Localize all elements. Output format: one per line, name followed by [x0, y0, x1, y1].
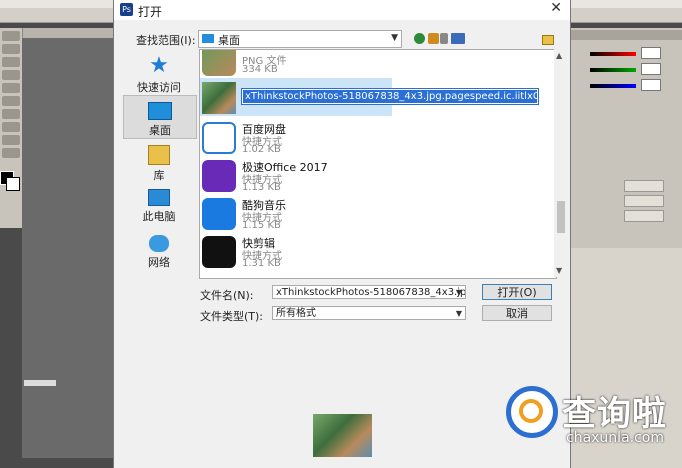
background-color-swatch[interactable] [6, 177, 20, 191]
close-button[interactable]: ✕ [550, 0, 562, 16]
place-library[interactable]: 库 [123, 145, 195, 183]
chevron-down-icon[interactable]: ▼ [456, 286, 462, 298]
look-in-dropdown[interactable]: 桌面 ▼ [198, 30, 402, 48]
file-list[interactable]: PNG 文件 334 KB xThinkstockPhotos-51806783… [199, 49, 557, 279]
place-this-pc[interactable]: 此电脑 [123, 189, 195, 224]
place-network[interactable]: 网络 [123, 235, 195, 270]
library-icon [148, 145, 170, 165]
kugou-icon [202, 198, 236, 230]
photoshop-panel-tabs [22, 28, 114, 38]
rename-textbox[interactable]: xThinkstockPhotos-518067838_4x3.jpg.page… [241, 88, 539, 105]
panel-title-bar [567, 30, 682, 40]
blue-value-field[interactable] [641, 79, 661, 91]
watermark-text: 查询啦 [562, 394, 667, 434]
filetype-dropdown[interactable]: 所有格式 ▼ [272, 306, 466, 320]
watermark-url: chaxunla.com [566, 430, 664, 446]
image-file-icon [202, 50, 236, 76]
desktop-folder-icon [202, 34, 214, 43]
tool-slot[interactable] [2, 83, 20, 93]
chevron-down-icon: ▼ [391, 33, 398, 43]
cancel-button[interactable]: 取消 [482, 305, 552, 321]
panel-button[interactable] [624, 210, 664, 222]
places-bar: ★ 快速访问 桌面 库 此电脑 网络 [123, 49, 197, 275]
place-quick-access[interactable]: ★ 快速访问 [123, 55, 195, 95]
photoshop-toolbox [0, 28, 23, 228]
back-icon[interactable] [414, 33, 425, 44]
baidu-netdisk-icon [202, 122, 236, 154]
file-item[interactable]: 极速Office 2017 快捷方式 1.13 KB [200, 158, 540, 194]
tool-slot[interactable] [2, 57, 20, 67]
file-item[interactable]: 酷狗音乐 快捷方式 1.15 KB [200, 196, 540, 232]
dialog-title: 打开 [138, 5, 163, 19]
look-in-value: 桌面 [218, 34, 240, 47]
tool-slot[interactable] [2, 96, 20, 106]
photo-thumbnail-icon [202, 82, 236, 114]
create-folder-icon[interactable] [542, 35, 554, 45]
filetype-value: 所有格式 [276, 308, 316, 319]
tool-slot[interactable] [2, 44, 20, 54]
filename-label: 文件名(N): [200, 289, 254, 302]
blue-channel-slider[interactable] [590, 84, 636, 88]
view-menu-icon[interactable] [451, 33, 465, 44]
place-desktop[interactable]: 桌面 [123, 95, 197, 139]
office-icon [202, 160, 236, 192]
computer-icon [148, 189, 170, 206]
tool-slot[interactable] [2, 148, 20, 158]
image-preview [313, 414, 372, 457]
new-folder-icon[interactable] [440, 33, 448, 44]
panel-button[interactable] [624, 180, 664, 192]
tool-slot[interactable] [2, 109, 20, 119]
photoshop-app-icon: Ps [120, 3, 133, 16]
desktop-icon [148, 102, 172, 120]
file-item[interactable]: 百度网盘 快捷方式 1.02 KB [200, 120, 540, 156]
watermark-q-icon [519, 399, 543, 423]
open-button[interactable]: 打开(O) [482, 284, 552, 300]
scroll-up-icon[interactable]: ▲ [556, 51, 562, 60]
red-channel-slider[interactable] [590, 52, 636, 56]
star-icon: ★ [149, 53, 169, 78]
filetype-label: 文件类型(T): [200, 310, 264, 323]
tool-slot[interactable] [2, 31, 20, 41]
network-icon [149, 235, 169, 252]
look-in-label: 查找范围(I): [136, 34, 196, 47]
green-value-field[interactable] [641, 63, 661, 75]
kuaijianji-icon [202, 236, 236, 268]
tool-slot[interactable] [2, 122, 20, 132]
tool-slot[interactable] [2, 70, 20, 80]
file-item-selected[interactable]: xThinkstockPhotos-518067838_4x3.jpg.page… [200, 78, 540, 116]
scroll-down-icon[interactable]: ▼ [556, 266, 562, 275]
scroll-thumb[interactable] [557, 201, 565, 233]
green-channel-slider[interactable] [590, 68, 636, 72]
red-value-field[interactable] [641, 47, 661, 59]
tool-slot[interactable] [2, 135, 20, 145]
photoshop-status-box [24, 380, 56, 386]
panel-button[interactable] [624, 195, 664, 207]
file-item[interactable]: PNG 文件 334 KB [200, 50, 540, 78]
file-list-scrollbar[interactable]: ▲ ▼ [554, 49, 568, 277]
chevron-down-icon: ▼ [455, 309, 462, 318]
filename-field[interactable]: xThinkstockPhotos-518067838_4x3.jpg.pa ▼ [272, 285, 466, 299]
dialog-titlebar: Ps 打开 ✕ [114, 0, 570, 20]
file-item[interactable]: 快剪辑 快捷方式 1.31 KB [200, 234, 540, 270]
photoshop-workspace [22, 38, 114, 458]
filename-value: xThinkstockPhotos-518067838_4x3.jpg.pa [276, 287, 466, 298]
up-folder-icon[interactable] [428, 33, 439, 44]
chaxunla-watermark: 查询啦 chaxunla.com [500, 372, 676, 458]
